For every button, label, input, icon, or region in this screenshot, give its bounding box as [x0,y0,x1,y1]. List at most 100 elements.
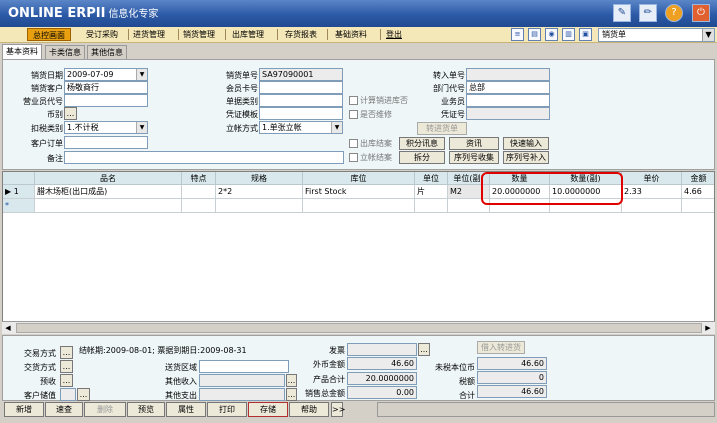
chevron-down-icon[interactable]: ▼ [331,122,342,133]
remark-field[interactable] [64,151,344,164]
cell-feature[interactable] [182,185,216,199]
staff-field[interactable] [466,94,550,107]
help-button[interactable]: 帮助 [289,402,329,417]
untaxed-field[interactable]: 46.60 [477,357,547,370]
outbound-close-checkbox[interactable] [349,139,358,148]
dept-code-field[interactable]: 总部 [466,81,550,94]
cell-spec[interactable]: 2*2 [216,185,303,199]
menu-dashboard[interactable]: 总控画面 [27,28,71,41]
scrollbar-thumb[interactable] [16,323,702,333]
new-cell[interactable] [415,199,448,213]
trade-mode-button[interactable]: ... [60,346,73,359]
help-icon[interactable]: ? [665,4,683,22]
save-button[interactable]: 存储 [248,402,288,417]
preview-button[interactable]: 预览 [127,402,165,417]
new-cell[interactable] [682,199,714,213]
customer-order-field[interactable] [64,136,148,149]
document-icon[interactable]: ▥ [562,28,575,41]
delivery-area-field[interactable] [199,360,289,373]
pencil-icon[interactable]: ✏ [639,4,657,22]
tab-card-info[interactable]: 卡类信息 [45,45,85,59]
col-header-amount[interactable]: 金额 [682,172,714,185]
cell-location[interactable]: First Stock [303,185,415,199]
menu-logout[interactable]: 登出 [386,28,402,41]
voucher-template-field[interactable] [259,107,343,120]
cell-price[interactable]: 2.33 [622,185,682,199]
menu-outbound-mgmt[interactable]: 出库管理 [232,28,264,41]
new-cell[interactable] [303,199,415,213]
col-header-location[interactable]: 库位 [303,172,415,185]
col-header-name[interactable]: 品名 [35,172,182,185]
salesrep-field[interactable] [64,94,148,107]
calc-stock-checkbox[interactable] [349,96,358,105]
cell-amount[interactable]: 4.66 [682,185,714,199]
other-expense-field[interactable] [199,388,285,401]
more-button[interactable]: >> [331,402,345,417]
info-button[interactable]: 资讯 [449,137,499,150]
other-income-field[interactable] [199,374,285,387]
horizontal-scrollbar[interactable]: ◀ ▶ [2,321,715,334]
account-close-checkbox[interactable] [349,153,358,162]
menu-sales-mgmt[interactable]: 销货管理 [183,28,215,41]
invoice-button[interactable]: ... [418,343,430,356]
repair-checkbox[interactable] [349,110,358,119]
serial-input-button[interactable]: 序列号补入 [503,151,549,164]
menu-inventory-report[interactable]: 存货报表 [285,28,317,41]
power-icon[interactable]: ⏻ [692,4,710,22]
scroll-left-icon[interactable]: ◀ [2,322,14,334]
tab-basic-info[interactable]: 基本资料 [2,44,42,59]
transfer-purchase-button[interactable]: 转进货单 [417,122,467,135]
tax-type-select[interactable]: 1.不计税 ▼ [64,121,148,134]
col-header-spec[interactable]: 规格 [216,172,303,185]
customer-value-button[interactable]: ... [77,388,90,401]
col-header-price[interactable]: 单价 [622,172,682,185]
chevron-down-icon[interactable]: ▼ [136,122,147,133]
quick-input-button[interactable]: 快速输入 [503,137,549,150]
tax-amount-field[interactable]: 0 [477,371,547,384]
points-info-button[interactable]: 积分讯息 [399,137,445,150]
new-cell[interactable] [622,199,682,213]
edit-icon[interactable]: ✎ [613,4,631,22]
col-header-feature[interactable]: 特点 [182,172,216,185]
new-cell[interactable] [182,199,216,213]
borrow-transfer-button[interactable]: 借入转进货 [477,341,525,354]
doc-type-select[interactable]: 销货单 ▼ [598,28,715,42]
currency-lookup-button[interactable]: ... [64,107,77,120]
doc-category-field[interactable] [259,94,343,107]
split-button[interactable]: 拆分 [399,151,445,164]
menu-purchase-mgmt[interactable]: 进货管理 [133,28,165,41]
folder-icon[interactable]: ▤ [528,28,541,41]
member-card-field[interactable] [259,81,343,94]
prepay-button[interactable]: ... [60,374,73,387]
total-field[interactable]: 46.60 [477,385,547,398]
sale-date-field[interactable]: 2009-07-09 ▼ [64,68,148,81]
other-income-button[interactable]: ... [286,374,297,387]
customer-value-field[interactable] [60,388,76,401]
voucher-no-field[interactable] [466,107,550,120]
print-button[interactable]: 打印 [207,402,247,417]
row-marker[interactable]: ▶ 1 [3,185,35,199]
new-row-marker[interactable]: * [3,199,35,213]
cell-unit[interactable]: 片 [415,185,448,199]
scroll-right-icon[interactable]: ▶ [702,322,714,334]
serial-collect-button[interactable]: 序列号收集 [449,151,499,164]
sale-no-field[interactable]: SA97090001 [259,68,343,81]
new-cell[interactable] [216,199,303,213]
account-method-select[interactable]: 1.单张立帐 ▼ [259,121,343,134]
chevron-down-icon[interactable]: ▼ [702,29,714,41]
properties-button[interactable]: 属性 [166,402,206,417]
invoice-field[interactable] [347,343,417,356]
screen-icon[interactable]: ▣ [579,28,592,41]
quick-search-button[interactable]: 速查 [45,402,83,417]
sales-total-field[interactable]: 0.00 [347,386,417,399]
menu-basic-data[interactable]: 基础资料 [335,28,367,41]
tab-other-info[interactable]: 其他信息 [87,45,127,59]
globe-icon[interactable]: ◉ [545,28,558,41]
new-button[interactable]: 新增 [4,402,44,417]
new-cell[interactable] [35,199,182,213]
chevron-down-icon[interactable]: ▼ [136,69,147,80]
delivery-mode-button[interactable]: ... [60,360,73,373]
col-header-unit[interactable]: 单位 [415,172,448,185]
delete-button[interactable]: 删除 [84,402,126,417]
transfer-no-field[interactable] [466,68,550,81]
